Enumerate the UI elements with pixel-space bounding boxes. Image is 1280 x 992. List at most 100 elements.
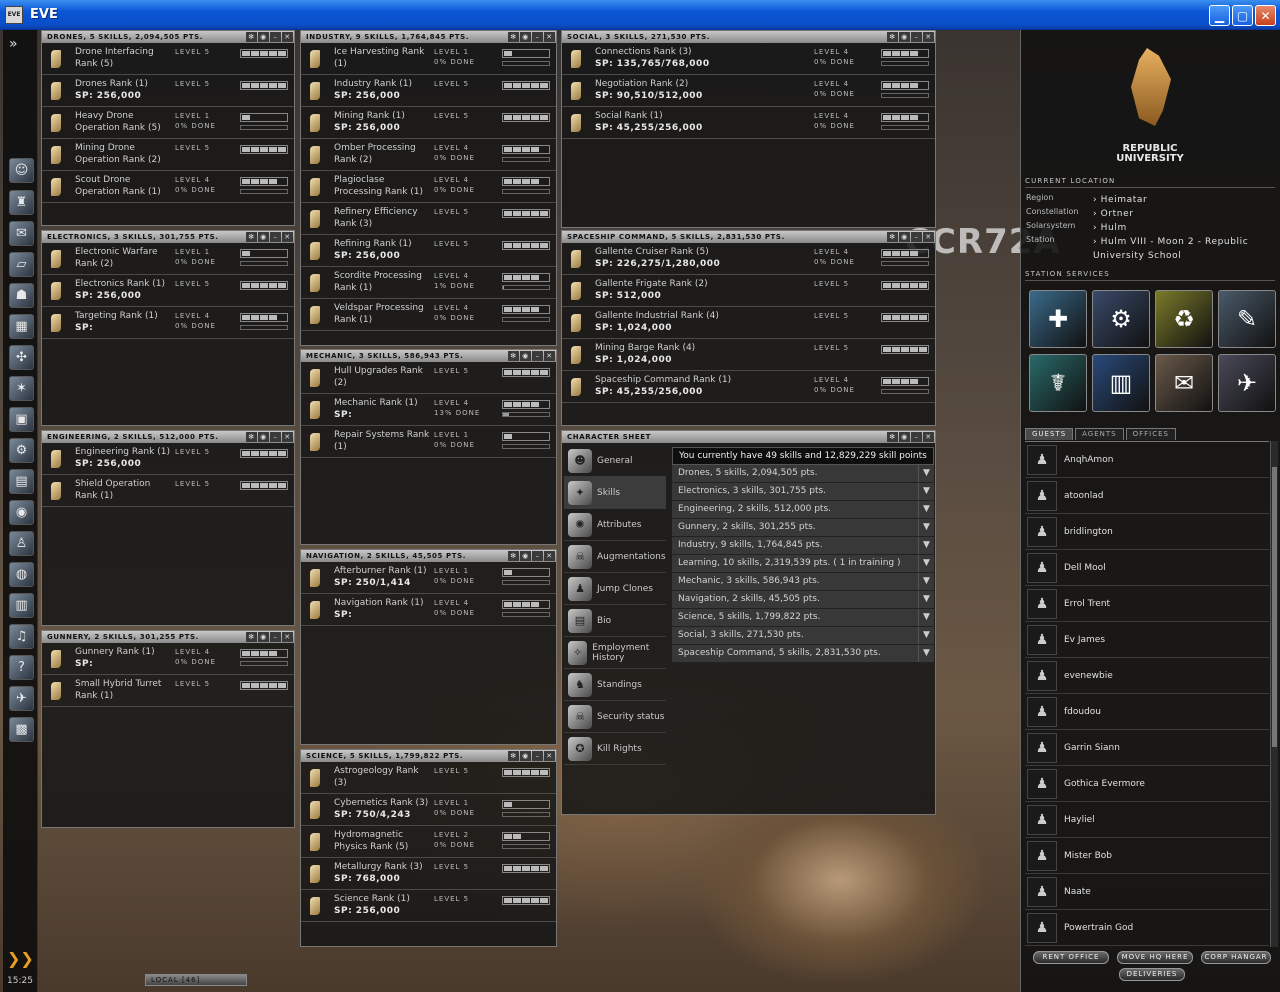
panel-header[interactable]: ENGINEERING, 2 SKILLS, 512,000 PTS. ✻ ◉ – ✕ — [42, 431, 294, 443]
csnav-item-bio[interactable]: ▤ Bio — [564, 605, 666, 637]
panel-minimize-button[interactable]: – — [532, 551, 543, 561]
guest-name[interactable]: fdoudou — [1064, 707, 1101, 717]
guest-row[interactable]: ♟ Gothica Evermore — [1025, 766, 1269, 802]
csnav-item-kill-rights[interactable]: ✪ Kill Rights — [564, 733, 666, 765]
panel-minimize-button[interactable]: – — [911, 32, 922, 42]
chevron-down-icon[interactable]: ▼ — [918, 555, 934, 572]
panel-settings-button[interactable]: ✻ — [508, 351, 519, 361]
guest-row[interactable]: ♟ AnqhAmon — [1025, 442, 1269, 478]
science-industry-icon[interactable]: ⚙ — [9, 438, 34, 463]
skill-row[interactable]: Metallurgy Rank (3) SP: 768,000 LEVEL 5 — [301, 858, 556, 890]
csnav-item-standings[interactable]: ♞ Standings — [564, 669, 666, 701]
people-places-icon[interactable]: ♜ — [9, 190, 34, 215]
guest-row[interactable]: ♟ Ev James — [1025, 622, 1269, 658]
chevron-down-icon[interactable]: ▼ — [918, 483, 934, 500]
skill-group-row[interactable]: Engineering, 2 skills, 512,000 pts. ▼ — [672, 501, 934, 519]
assets-icon[interactable]: ☗ — [9, 283, 34, 308]
skill-row[interactable]: Hull Upgrades Rank (2) LEVEL 5 — [301, 362, 556, 394]
guest-name[interactable]: evenewbie — [1064, 671, 1113, 681]
guest-name[interactable]: AnqhAmon — [1064, 455, 1113, 465]
skill-row[interactable]: Plagioclase Processing Rank (1) LEVEL 4 0%… — [301, 171, 556, 203]
guest-list-scrollbar[interactable] — [1270, 441, 1278, 947]
skill-group-row[interactable]: Drones, 5 skills, 2,094,505 pts. ▼ — [672, 465, 934, 483]
calculator-icon[interactable]: ▤ — [9, 469, 34, 494]
skill-row[interactable]: Spaceship Command Rank (1) SP: 45,255/256… — [562, 371, 935, 403]
skill-group-row[interactable]: Social, 3 skills, 271,530 pts. ▼ — [672, 627, 934, 645]
panel-pin-button[interactable]: ◉ — [899, 232, 910, 242]
panel-pin-button[interactable]: ◉ — [258, 432, 269, 442]
skill-row[interactable]: Shield Operation Rank (1) LEVEL 5 — [42, 475, 294, 507]
skill-group-navigation[interactable]: NAVIGATION, 2 SKILLS, 45,505 PTS. ✻ ◉ – ✕ A… — [300, 549, 557, 745]
skill-row[interactable]: Targeting Rank (1) SP: LEVEL 4 0% DONE — [42, 307, 294, 339]
items-hangar-icon[interactable]: ▩ — [9, 717, 34, 742]
panel-header[interactable]: SPACESHIP COMMAND, 5 SKILLS, 2,831,530 P… — [562, 231, 935, 243]
guest-row[interactable]: ♟ bridlington — [1025, 514, 1269, 550]
skill-group-engineering[interactable]: ENGINEERING, 2 SKILLS, 512,000 PTS. ✻ ◉ – ✕… — [41, 430, 295, 626]
notepad-icon[interactable]: ▱ — [9, 252, 34, 277]
skill-row[interactable]: Astrogeology Rank (3) LEVEL 5 — [301, 762, 556, 794]
skill-group-row[interactable]: Electronics, 3 skills, 301,755 pts. ▼ — [672, 483, 934, 501]
skill-row[interactable]: Negotiation Rank (2) SP: 90,510/512,000 LE… — [562, 75, 935, 107]
skill-row[interactable]: Social Rank (1) SP: 45,255/256,000 LEVEL 4… — [562, 107, 935, 139]
skill-row[interactable]: Engineering Rank (1) SP: 256,000 LEVEL 5 — [42, 443, 294, 475]
panel-close-button[interactable]: ✕ — [282, 232, 293, 242]
skill-row[interactable]: Drone Interfacing Rank (5) LEVEL 5 — [42, 43, 294, 75]
panel-settings-button[interactable]: ✻ — [508, 32, 519, 42]
constellation-value[interactable]: Ortner — [1101, 209, 1134, 219]
panel-pin-button[interactable]: ◉ — [520, 351, 531, 361]
chevron-down-icon[interactable]: ▼ — [918, 465, 934, 482]
skill-group-row[interactable]: Industry, 9 skills, 1,764,845 pts. ▼ — [672, 537, 934, 555]
chevron-down-icon[interactable]: ▼ — [918, 519, 934, 536]
panel-pin-button[interactable]: ◉ — [258, 632, 269, 642]
guest-name[interactable]: Gothica Evermore — [1064, 779, 1145, 789]
panel-close-button[interactable]: ✕ — [544, 751, 555, 761]
panel-header[interactable]: SCIENCE, 5 SKILLS, 1,799,822 PTS. ✻ ◉ – ✕ — [301, 750, 556, 762]
panel-close-button[interactable]: ✕ — [544, 351, 555, 361]
chevron-down-icon[interactable]: ▼ — [918, 609, 934, 626]
skill-group-row[interactable]: Mechanic, 3 skills, 586,943 pts. ▼ — [672, 573, 934, 591]
panel-pin-button[interactable]: ◉ — [520, 551, 531, 561]
panel-settings-button[interactable]: ✻ — [246, 32, 257, 42]
panel-close-button[interactable]: ✕ — [282, 432, 293, 442]
panel-pin-button[interactable]: ◉ — [258, 232, 269, 242]
station-value[interactable]: Hulm VIII - Moon 2 - Republic University… — [1093, 237, 1248, 261]
panel-settings-button[interactable]: ✻ — [887, 32, 898, 42]
panel-settings-button[interactable]: ✻ — [246, 632, 257, 642]
panel-minimize-button[interactable]: – — [270, 432, 281, 442]
panel-pin-button[interactable]: ◉ — [899, 432, 910, 442]
ship-hangar-icon[interactable]: ✈ — [9, 686, 34, 711]
map-icon[interactable]: ✶ — [9, 376, 34, 401]
skill-row[interactable]: Navigation Rank (1) SP: LEVEL 4 0% DONE — [301, 594, 556, 626]
skill-row[interactable]: Hydromagnetic Physics Rank (5) LEVEL 2 0% … — [301, 826, 556, 858]
skill-row[interactable]: Heavy Drone Operation Rank (5) LEVEL 1 0% … — [42, 107, 294, 139]
guest-name[interactable]: Errol Trent — [1064, 599, 1110, 609]
guest-row[interactable]: ♟ Hayliel — [1025, 802, 1269, 838]
csnav-item-augmentations[interactable]: ☠ Augmentations — [564, 541, 666, 573]
skill-row[interactable]: Omber Processing Rank (2) LEVEL 4 0% DONE — [301, 139, 556, 171]
csnav-item-jump-clones[interactable]: ♟ Jump Clones — [564, 573, 666, 605]
skill-group-row[interactable]: Science, 5 skills, 1,799,822 pts. ▼ — [672, 609, 934, 627]
skill-group-row[interactable]: Navigation, 2 skills, 45,505 pts. ▼ — [672, 591, 934, 609]
skill-row[interactable]: Mining Drone Operation Rank (2) LEVEL 5 — [42, 139, 294, 171]
panel-header[interactable]: DRONES, 5 SKILLS, 2,094,505 PTS. ✻ ◉ – ✕ — [42, 31, 294, 43]
panel-header[interactable]: MECHANIC, 3 SKILLS, 586,943 PTS. ✻ ◉ – ✕ — [301, 350, 556, 362]
guest-row[interactable]: ♟ Errol Trent — [1025, 586, 1269, 622]
guest-row[interactable]: ♟ Powertrain God — [1025, 910, 1269, 946]
skill-group-social[interactable]: SOCIAL, 3 SKILLS, 271,530 PTS. ✻ ◉ – ✕ Conn… — [561, 30, 936, 228]
neocom-menu-icon[interactable]: ❯❯ — [7, 949, 34, 968]
skill-group-row[interactable]: Gunnery, 2 skills, 301,255 pts. ▼ — [672, 519, 934, 537]
browser-icon[interactable]: ◍ — [9, 562, 34, 587]
skill-row[interactable]: Refining Rank (1) SP: 256,000 LEVEL 5 — [301, 235, 556, 267]
panel-minimize-button[interactable]: – — [532, 751, 543, 761]
tab-agents[interactable]: AGENTS — [1075, 428, 1124, 440]
minimize-button[interactable]: ▁ — [1209, 5, 1230, 26]
skill-row[interactable]: Scordite Processing Rank (1) LEVEL 4 1% DO… — [301, 267, 556, 299]
panel-close-button[interactable]: ✕ — [544, 32, 555, 42]
panel-header[interactable]: ELECTRONICS, 3 SKILLS, 301,755 PTS. ✻ ◉ – ✕ — [42, 231, 294, 243]
csnav-item-skills[interactable]: ✦ Skills — [564, 477, 666, 509]
solarsystem-link[interactable]: › Hulm — [1093, 221, 1273, 235]
skill-group-industry[interactable]: INDUSTRY, 9 SKILLS, 1,764,845 PTS. ✻ ◉ – ✕ … — [300, 30, 557, 346]
skill-row[interactable]: Electronics Rank (1) SP: 256,000 LEVEL 5 — [42, 275, 294, 307]
guest-row[interactable]: ♟ Garrin Siann — [1025, 730, 1269, 766]
panel-minimize-button[interactable]: – — [270, 32, 281, 42]
